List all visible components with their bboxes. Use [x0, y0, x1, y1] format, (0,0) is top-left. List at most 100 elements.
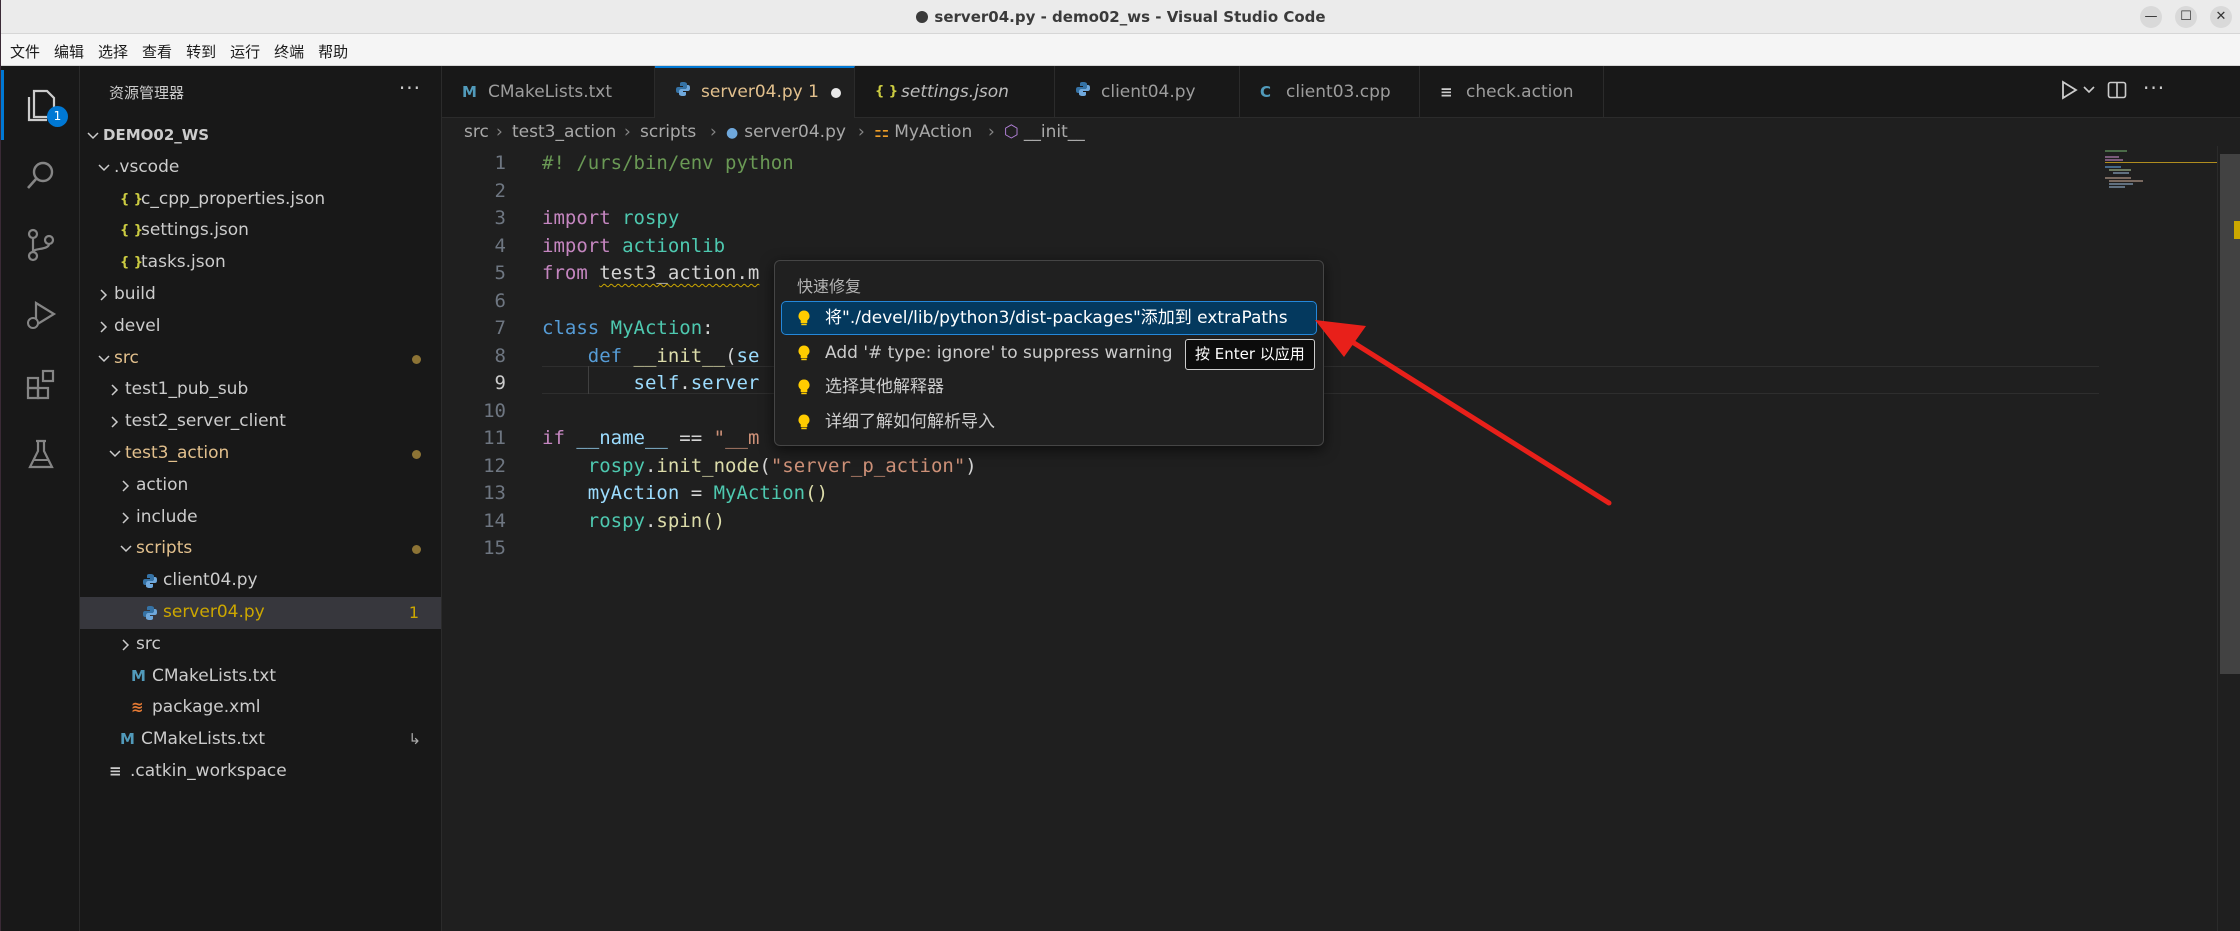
split-editor-icon[interactable] — [2107, 80, 2127, 105]
code-token: __name__ — [576, 427, 668, 449]
tab-label: server04.py 1 — [701, 82, 819, 102]
text-file-icon: ≡ — [109, 761, 122, 780]
tree-item-label: test1_pub_sub — [125, 379, 249, 400]
menu-item[interactable]: 编辑 — [45, 34, 89, 62]
chevron-down-icon — [98, 355, 110, 362]
tree-file[interactable]: ≋ package.xml — [80, 692, 441, 724]
tree-file[interactable]: { } tasks.json — [80, 247, 441, 279]
code-text: def __init__(se — [542, 343, 760, 371]
tree-folder[interactable]: devel — [80, 311, 441, 343]
breadcrumb-item[interactable]: ⚏ MyAction — [874, 118, 972, 146]
menu-item[interactable]: 终端 — [265, 34, 309, 62]
menu-item[interactable]: 运行 — [221, 34, 265, 62]
run-debug-icon[interactable] — [1, 280, 80, 350]
extensions-icon[interactable] — [1, 350, 80, 420]
tree-file[interactable]: M CMakeLists.txt ↳ — [80, 724, 441, 756]
source-control-icon[interactable] — [1, 210, 80, 280]
editor-tab[interactable]: ≡ check.action — [1420, 66, 1604, 118]
line-number: 2 — [494, 179, 506, 202]
minimize-button[interactable]: — — [2140, 6, 2162, 28]
unsaved-dot-icon[interactable] — [831, 88, 841, 98]
menu-item[interactable]: 帮助 — [309, 34, 353, 62]
code-line[interactable]: 13 myAction = MyAction() — [442, 480, 2102, 508]
tree-file[interactable]: { } c_cpp_properties.json — [80, 184, 441, 216]
testing-icon[interactable] — [1, 420, 80, 490]
tree-folder[interactable]: test2_server_client — [80, 406, 441, 438]
breadcrumb-item[interactable]: src — [464, 118, 489, 146]
tree-item-label: CMakeLists.txt — [141, 729, 266, 750]
code-line[interactable]: 15 — [442, 535, 2102, 563]
vscode-window: server04.py - demo02_ws - Visual Studio … — [0, 0, 2240, 931]
vertical-scrollbar[interactable] — [2217, 146, 2240, 931]
code-line[interactable]: 2 — [442, 178, 2102, 206]
tree-folder[interactable]: .vscode — [80, 152, 441, 184]
maximize-button[interactable]: ☐ — [2175, 6, 2197, 28]
breadcrumb-item[interactable]: ● server04.py — [726, 118, 846, 147]
code-token: __init__ — [633, 344, 726, 367]
tree-file[interactable]: client04.py — [80, 565, 441, 597]
breadcrumb-label: __init__ — [1023, 122, 1085, 142]
tree-file[interactable]: server04.py 1 — [80, 596, 441, 629]
editor-tab[interactable]: M CMakeLists.txt — [442, 66, 655, 118]
editor-tab[interactable]: { } settings.json — [855, 66, 1055, 118]
tree-folder[interactable]: build — [80, 279, 441, 311]
breadcrumb-item[interactable]: scripts — [640, 118, 696, 146]
close-button[interactable]: ✕ — [2210, 6, 2232, 28]
minimap-line — [2105, 177, 2131, 179]
code-token: rospy — [622, 207, 680, 229]
tree-file[interactable]: M CMakeLists.txt — [80, 661, 441, 693]
line-number: 14 — [483, 509, 506, 532]
tree-item-label: .catkin_workspace — [130, 760, 287, 781]
cmake-file-icon: M — [131, 666, 146, 685]
run-dropdown-chevron-icon[interactable] — [2083, 84, 2095, 98]
quick-fix-label: Add '# type: ignore' to suppress warning — [825, 342, 1173, 363]
tree-folder[interactable]: action — [80, 470, 441, 502]
activity-bar: 1 — [1, 66, 80, 931]
quick-fix-item[interactable]: 详细了解如何解析导入 — [782, 406, 1316, 438]
tree-file[interactable]: { } settings.json — [80, 215, 441, 247]
tree-folder[interactable]: src — [80, 343, 441, 375]
editor-tab[interactable]: client04.py — [1055, 66, 1240, 118]
python-file-icon — [675, 68, 691, 116]
tree-folder[interactable]: src — [80, 629, 441, 661]
code-line[interactable]: 12 rospy.init_node("server_p_action") — [442, 453, 2102, 481]
json-file-icon: { } — [875, 84, 899, 99]
code-line[interactable]: 4 import actionlib — [442, 233, 2102, 261]
tree-folder[interactable]: test3_action — [80, 438, 441, 470]
code-token: . — [679, 372, 691, 394]
editor-tab[interactable]: Cclient03.cpp — [1240, 66, 1420, 118]
line-number: 3 — [494, 207, 506, 229]
more-actions-icon[interactable]: ··· — [399, 76, 421, 100]
code-text: class MyAction: — [542, 315, 714, 343]
tree-item-label: DEMO02_WS — [103, 126, 210, 144]
tree-folder[interactable]: include — [80, 502, 441, 534]
run-python-file-icon[interactable] — [2060, 80, 2078, 105]
menu-item[interactable]: 选择 — [89, 34, 133, 62]
editor-tab[interactable]: server04.py 1 — [655, 66, 855, 118]
code-editor[interactable]: 1 #! /urs/bin/env python 2 3 import rospy 4 im… — [442, 146, 2218, 931]
explorer-icon[interactable]: 1 — [1, 70, 80, 140]
search-icon[interactable] — [1, 140, 80, 210]
code-line[interactable]: 3 import rospy — [442, 205, 2102, 233]
quick-fix-item[interactable]: 将"./devel/lib/python3/dist-packages"添加到 … — [781, 301, 1317, 335]
quick-fix-item[interactable]: 选择其他解释器 — [782, 371, 1316, 403]
minimap[interactable] — [2101, 146, 2217, 206]
breadcrumb-item[interactable]: ⬡ __init__ — [1004, 118, 1085, 146]
code-line[interactable]: 14 rospy.spin() — [442, 508, 2102, 536]
modified-dot-icon — [412, 354, 421, 364]
menu-item[interactable]: 文件 — [1, 34, 45, 62]
breadcrumb-item[interactable]: test3_action — [512, 118, 616, 146]
tree-folder[interactable]: scripts — [80, 533, 441, 565]
line-number: 10 — [483, 399, 506, 422]
line-number: 13 — [483, 482, 506, 504]
tree-folder[interactable]: test1_pub_sub — [80, 374, 441, 406]
more-actions-icon[interactable]: ··· — [2143, 76, 2165, 100]
menu-item[interactable]: 查看 — [133, 34, 177, 62]
tree-folder[interactable]: DEMO02_WS — [80, 120, 441, 152]
menu-item[interactable]: 转到 — [177, 34, 221, 62]
tree-file[interactable]: ≡ .catkin_workspace — [80, 756, 441, 788]
code-line[interactable]: 1 #! /urs/bin/env python — [442, 150, 2102, 178]
